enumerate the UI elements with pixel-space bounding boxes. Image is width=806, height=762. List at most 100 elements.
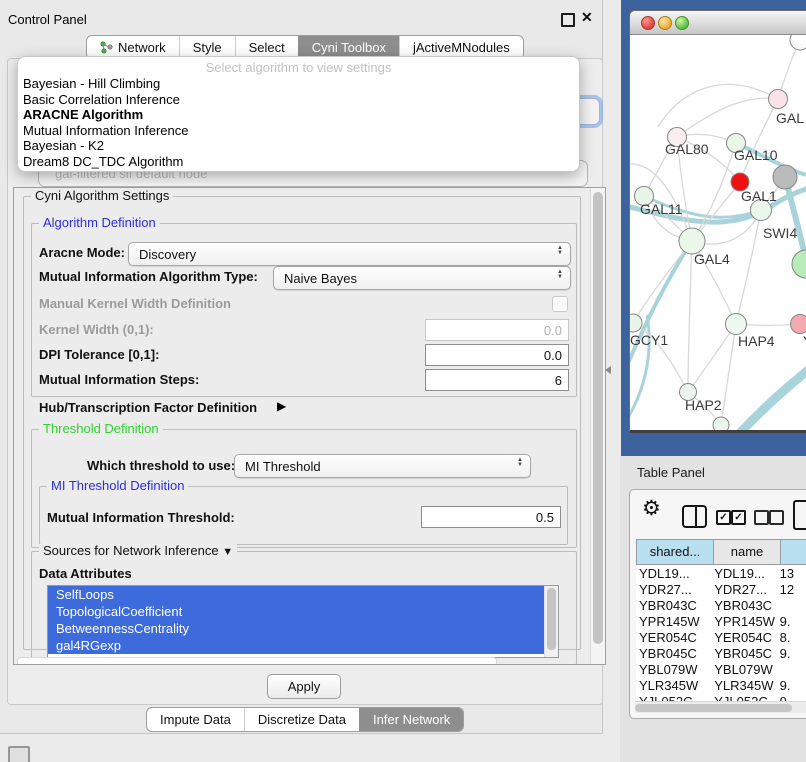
table-cell[interactable]: YBR045C <box>636 646 711 661</box>
network-node-HAP4[interactable] <box>726 314 747 335</box>
column-header[interactable]: shared... <box>636 539 714 565</box>
horizontal-scrollbar[interactable] <box>17 657 497 665</box>
network-node-Y[interactable] <box>791 315 806 334</box>
which-threshold-combobox[interactable]: MI Threshold ▲▼ <box>234 454 531 478</box>
table-function-icon[interactable] <box>793 500 806 530</box>
scrollbar-thumb[interactable] <box>635 704 792 712</box>
dropdown-item[interactable]: Bayesian - Hill Climbing <box>18 76 579 92</box>
table-cell[interactable]: 13 <box>777 566 806 581</box>
table-cell[interactable]: YBL079W <box>711 662 776 677</box>
dropdown-item[interactable]: Mutual Information Inference <box>18 123 579 139</box>
hub-definition-label[interactable]: Hub/Transcription Factor Definition <box>39 401 257 415</box>
table-cell[interactable]: YDL19... <box>711 566 776 581</box>
network-node-node[interactable] <box>790 35 806 50</box>
table-row[interactable]: YDL19...YDL19...13 <box>636 565 806 581</box>
table-cell[interactable]: YBR043C <box>636 598 711 613</box>
checked-checkbox-icon[interactable]: ✓ <box>731 510 746 525</box>
table-cell[interactable]: YBR043C <box>711 598 776 613</box>
table-cell[interactable]: YPR145W <box>711 614 776 629</box>
aracne-mode-combobox[interactable]: Discovery ▲▼ <box>128 242 571 266</box>
column-header[interactable]: A <box>780 539 806 565</box>
unchecked-checkbox-icon[interactable] <box>754 510 769 525</box>
columns-icon[interactable] <box>682 505 707 528</box>
apply-button[interactable]: Apply <box>267 674 341 699</box>
network-canvas[interactable]: GALGAL80GAL10GAL1GAL11SWI4GAL4GCY1HAP4YH… <box>630 35 806 430</box>
manual-kernel-checkbox[interactable] <box>552 296 568 312</box>
table-row[interactable]: YBL079WYBL079W <box>636 661 806 677</box>
settings-scrollbar[interactable] <box>590 188 605 664</box>
dpi-tolerance-field[interactable]: 0.0 <box>425 344 569 366</box>
close-button[interactable] <box>641 16 655 30</box>
docked-panel-icon[interactable] <box>8 746 30 762</box>
table-row[interactable]: YER054CYER054C8. <box>636 629 806 645</box>
network-node-GCY1[interactable] <box>630 314 642 332</box>
column-header[interactable]: name <box>713 539 781 565</box>
table-cell[interactable]: 9 <box>777 694 806 702</box>
table-cell[interactable]: YDL19... <box>636 566 711 581</box>
network-window-titlebar[interactable] <box>630 11 806 35</box>
mi-threshold-field[interactable]: 0.5 <box>421 506 561 528</box>
float-window-icon[interactable] <box>561 13 575 27</box>
node-label: GAL1 <box>741 188 777 204</box>
table-horizontal-scrollbar[interactable] <box>635 701 806 713</box>
table-row[interactable]: YLR345WYLR345W9. <box>636 677 806 693</box>
table-cell[interactable]: 8. <box>777 630 806 645</box>
list-item[interactable]: gal4RGexp <box>48 637 551 654</box>
table-cell[interactable]: YPR145W <box>636 614 711 629</box>
table-row[interactable]: YJL052CYJL052C9 <box>636 693 806 701</box>
table-cell[interactable]: YDR27... <box>636 582 711 597</box>
splitter-collapse-arrow[interactable] <box>605 366 611 374</box>
dropdown-item[interactable]: Bayesian - K2 <box>18 138 579 154</box>
table-cell[interactable]: YLR345W <box>711 678 776 693</box>
table-row[interactable]: YDR27...YDR27...12 <box>636 581 806 597</box>
combo-arrows-icon: ▲▼ <box>557 246 563 256</box>
list-item[interactable]: SelfLoops <box>48 586 551 603</box>
table-row[interactable]: YPR145WYPR145W9. <box>636 613 806 629</box>
tab-infer-network[interactable]: Infer Network <box>359 708 463 731</box>
table-cell[interactable]: YJL052C <box>711 694 776 702</box>
table-cell[interactable]: 9. <box>777 646 806 661</box>
unchecked-checkbox-icon[interactable] <box>769 510 784 525</box>
tab-discretize-data[interactable]: Discretize Data <box>244 708 359 731</box>
network-node-node-gray[interactable] <box>773 165 797 189</box>
table-panel: ⚙ ✓ ✓ shared... name A YDL19...YDL19...1… <box>629 489 806 719</box>
list-item[interactable]: TopologicalCoefficient <box>48 603 551 620</box>
minimize-button[interactable] <box>658 16 672 30</box>
expander-arrow-icon[interactable]: ▶ <box>277 399 286 413</box>
table-cell[interactable]: YBR045C <box>711 646 776 661</box>
dropdown-item[interactable]: Dream8 DC_TDC Algorithm <box>18 154 579 170</box>
zoom-button[interactable] <box>675 16 689 30</box>
dropdown-item[interactable]: Basic Correlation Inference <box>18 92 579 108</box>
table-cell[interactable]: YBL079W <box>636 662 711 677</box>
close-icon[interactable]: ✕ <box>581 9 593 26</box>
table-cell[interactable]: YDR27... <box>711 582 776 597</box>
table-cell[interactable]: 9. <box>777 614 806 629</box>
network-desktop: GALGAL80GAL10GAL1GAL11SWI4GAL4GCY1HAP4YH… <box>621 0 806 456</box>
table-cell[interactable]: 12 <box>777 582 806 597</box>
tab-impute-data[interactable]: Impute Data <box>147 708 244 731</box>
network-node-GAL[interactable] <box>769 90 788 109</box>
tab-network-label: Network <box>118 40 166 55</box>
mi-steps-field[interactable]: 6 <box>425 369 569 391</box>
table-cell[interactable]: YER054C <box>711 630 776 645</box>
table-cell[interactable]: YLR345W <box>636 678 711 693</box>
table-cell[interactable]: YER054C <box>636 630 711 645</box>
sources-group-title[interactable]: Sources for Network Inference ▼ <box>39 544 237 559</box>
collapse-arrow-icon[interactable]: ▼ <box>222 546 233 558</box>
network-edge <box>630 241 692 377</box>
table-cell[interactable]: YJL052C <box>636 694 711 702</box>
table-row[interactable]: YBR043CYBR043C <box>636 597 806 613</box>
table-cell[interactable]: 9. <box>777 678 806 693</box>
checked-checkbox-icon[interactable]: ✓ <box>716 510 731 525</box>
list-item[interactable]: BetweennessCentrality <box>48 620 551 637</box>
mi-type-combobox[interactable]: Naive Bayes ▲▼ <box>273 266 571 290</box>
data-attributes-list: SelfLoops TopologicalCoefficient Between… <box>47 585 559 658</box>
network-node-node-green-large[interactable] <box>792 250 806 278</box>
scrollbar-thumb[interactable] <box>593 192 603 644</box>
table-row[interactable]: YBR045CYBR045C9. <box>636 645 806 661</box>
gear-icon[interactable]: ⚙ <box>642 496 661 521</box>
dropdown-item-selected[interactable]: ARACNE Algorithm <box>18 107 579 123</box>
network-node-node-small[interactable] <box>713 417 729 430</box>
kernel-width-field[interactable]: 0.0 <box>425 319 569 341</box>
list-scrollbar[interactable] <box>544 586 558 657</box>
